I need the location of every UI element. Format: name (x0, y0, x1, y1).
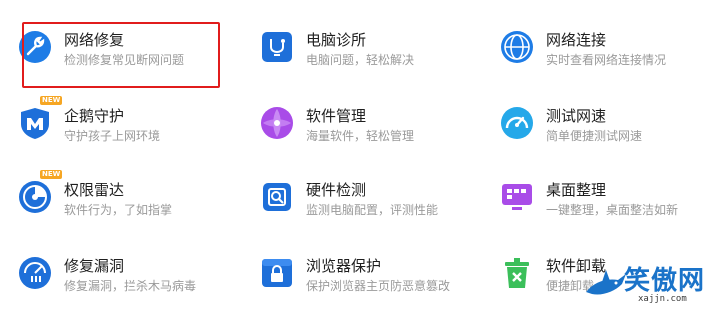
tile-title: 测试网速 (546, 107, 607, 125)
tile-title: 硬件检测 (306, 181, 367, 199)
shark-logo-icon (586, 270, 626, 295)
tile-description: 守护孩子上网环境 (64, 129, 161, 143)
tile-title: 网络连接 (546, 31, 607, 49)
tile-description: 海量软件，轻松管理 (306, 129, 415, 143)
watermark: 笑傲网 xajjn.com (584, 258, 724, 312)
tile-browser-protect[interactable]: 浏览器保护 保护浏览器主页防恶意篡改 (260, 256, 480, 320)
desktop-organizer-icon (500, 180, 534, 214)
tile-title: 企鹅守护 (64, 107, 125, 125)
software-uninstall-icon (500, 256, 534, 290)
speed-test-icon (500, 106, 534, 140)
permission-radar-icon (18, 180, 52, 214)
software-manager-icon (260, 106, 294, 140)
tile-network-connection[interactable]: 网络连接 实时查看网络连接情况 (500, 30, 720, 94)
tile-computer-clinic[interactable]: 电脑诊所 电脑问题，轻松解决 (260, 30, 480, 94)
tile-permission-radar[interactable]: NEW 权限雷达 软件行为，了如指掌 (18, 170, 238, 244)
tile-description: 保护浏览器主页防恶意篡改 (306, 279, 451, 293)
tile-description: 监测电脑配置，评测性能 (306, 203, 439, 217)
tile-title: 权限雷达 (64, 181, 125, 199)
tile-description: 修复漏洞，拦杀木马病毒 (64, 279, 197, 293)
tile-description: 简单便捷测试网速 (546, 129, 643, 143)
tool-grid: 网络修复 检测修复常见断网问题 电脑诊所 电脑问题，轻松解决 网络连接 实时查看… (0, 0, 724, 312)
tile-description: 软件行为，了如指掌 (64, 203, 173, 217)
watermark-url: xajjn.com (638, 294, 687, 304)
computer-clinic-icon (260, 30, 294, 64)
network-connection-icon (500, 30, 534, 64)
tile-software-manager[interactable]: 软件管理 海量软件，轻松管理 (260, 106, 480, 170)
tile-hardware-check[interactable]: 硬件检测 监测电脑配置，评测性能 (260, 180, 480, 244)
tile-description: 电脑问题，轻松解决 (306, 53, 415, 67)
hardware-check-icon (260, 180, 294, 214)
watermark-text: 笑傲网 (624, 266, 706, 296)
tile-title: 软件管理 (306, 107, 367, 125)
tile-desktop-organizer[interactable]: 桌面整理 一键整理，桌面整洁如新 (500, 180, 720, 244)
selection-highlight (22, 22, 220, 88)
tile-speed-test[interactable]: 测试网速 简单便捷测试网速 (500, 106, 720, 170)
tile-title: 浏览器保护 (306, 257, 382, 275)
tile-description: 实时查看网络连接情况 (546, 53, 667, 67)
tile-penguin-guard[interactable]: NEW 企鹅守护 守护孩子上网环境 (18, 96, 238, 170)
tile-title: 修复漏洞 (64, 257, 125, 275)
tile-title: 电脑诊所 (306, 31, 367, 49)
tile-description: 一键整理，桌面整洁如新 (546, 203, 679, 217)
tile-title: 桌面整理 (546, 181, 607, 199)
penguin-guard-icon (18, 106, 52, 140)
tile-vulnerability-fix[interactable]: 修复漏洞 修复漏洞，拦杀木马病毒 (18, 256, 238, 320)
vulnerability-fix-icon (18, 256, 52, 290)
new-badge: NEW (40, 96, 63, 105)
browser-protect-icon (260, 256, 294, 290)
new-badge: NEW (40, 170, 63, 179)
